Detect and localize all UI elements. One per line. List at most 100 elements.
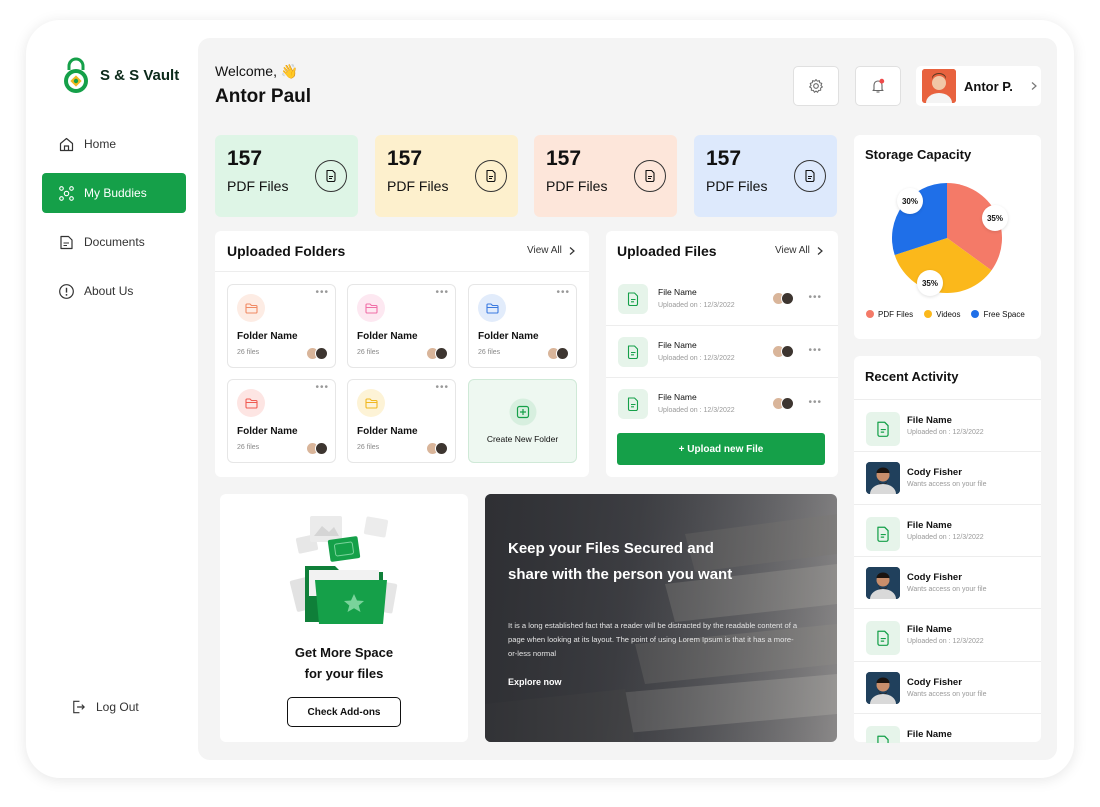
activity-subtitle: Uploaded on : 12/3/2022 (907, 638, 984, 646)
folder-file-count: 26 files (237, 349, 260, 356)
file-icon (877, 421, 889, 437)
avatar (922, 69, 956, 103)
activity-title: File Name (907, 728, 952, 740)
activity-item-file[interactable]: File Name Uploaded on : 12/3/2022 (854, 503, 1041, 556)
stat-file-button[interactable] (794, 160, 826, 192)
activity-subtitle: Wants access on your file (907, 585, 987, 593)
storage-title: Storage Capacity (865, 147, 972, 162)
stat-card[interactable]: 157 PDF Files (375, 135, 518, 217)
sidebar-item-label: About Us (84, 284, 134, 298)
notifications-button[interactable] (855, 66, 901, 106)
activity-item-file[interactable]: File Name Uploaded on : 12/3/2022 (854, 399, 1041, 451)
sidebar-item-label: Documents (84, 235, 145, 249)
file-name: File Name (658, 340, 697, 350)
folder-name: Folder Name (357, 426, 418, 437)
explore-now-link[interactable]: Explore now (508, 677, 562, 687)
avatar (781, 397, 794, 410)
stat-file-button[interactable] (475, 160, 507, 192)
upload-file-button[interactable]: + Upload new File (617, 433, 825, 465)
file-icon (877, 735, 889, 743)
more-options-icon[interactable]: ••• (435, 288, 449, 298)
add-folder-icon (509, 398, 536, 426)
logout-button[interactable]: Log Out (70, 698, 139, 715)
activity-item-access-request[interactable]: Cody Fisher Wants access on your file (854, 555, 1041, 608)
more-options-icon[interactable]: ••• (808, 293, 822, 303)
document-icon (58, 234, 75, 251)
divider (215, 271, 589, 272)
legend-dot (971, 310, 980, 318)
avatar (315, 442, 328, 455)
profile-menu[interactable]: Antor P. (916, 66, 1041, 106)
sidebar-item-home[interactable]: Home (42, 124, 186, 164)
more-options-icon[interactable]: ••• (808, 346, 822, 356)
create-folder-button[interactable]: Create New Folder (468, 379, 577, 463)
file-icon-tile (618, 337, 648, 367)
stat-card[interactable]: 157 PDF Files (215, 135, 358, 217)
promo-title: Get More Space for your files (220, 642, 468, 684)
pdf-file-icon (486, 169, 496, 183)
file-icon (877, 630, 889, 647)
activity-item-access-request[interactable]: Cody Fisher Wants access on your file (854, 660, 1041, 713)
folder-file-count: 26 files (357, 444, 380, 451)
legend-dot (924, 310, 933, 318)
folder-card[interactable]: ••• Folder Name 26 files (227, 379, 336, 463)
storage-legend: PDF Files Videos Free Space (866, 310, 1025, 319)
avatar (866, 462, 900, 495)
stat-card[interactable]: 157 PDF Files (694, 135, 837, 217)
sidebar-item-my-buddies[interactable]: My Buddies (42, 173, 186, 213)
folder-icon (237, 294, 265, 322)
brand-logo[interactable]: S & S Vault (60, 56, 179, 94)
folder-card[interactable]: ••• Folder Name 26 files (468, 284, 577, 368)
vault-lock-icon (64, 57, 88, 93)
shared-users (547, 347, 569, 360)
file-name: File Name (658, 287, 697, 297)
activity-title: Cody Fisher (907, 467, 962, 479)
activity-title: File Name (907, 624, 952, 636)
logout-label: Log Out (96, 699, 139, 714)
more-options-icon[interactable]: ••• (315, 288, 329, 298)
stacked-papers-image (485, 494, 837, 742)
activity-item-access-request[interactable]: Cody Fisher Wants access on your file (854, 451, 1041, 503)
avatar (435, 442, 448, 455)
welcome-text: Welcome, 👋 (215, 63, 299, 79)
activity-item-file[interactable]: File Name (854, 712, 1041, 743)
stat-card[interactable]: 157 PDF Files (534, 135, 677, 217)
more-options-icon[interactable]: ••• (808, 398, 822, 408)
files-view-all-link[interactable]: View All (775, 245, 824, 256)
file-list-item[interactable]: File Name Uploaded on : 12/3/2022 ••• (606, 377, 838, 429)
folder-name: Folder Name (478, 331, 539, 342)
avatar (781, 345, 794, 358)
legend-label: Videos (936, 310, 961, 319)
sidebar-item-about-us[interactable]: About Us (42, 271, 186, 311)
file-list-item[interactable]: File Name Uploaded on : 12/3/2022 ••• (606, 273, 838, 325)
settings-button[interactable] (793, 66, 839, 106)
sidebar-nav: Home My Buddies Documents About Us (42, 124, 186, 320)
legend-item-videos: Videos (924, 310, 960, 319)
buddies-icon (58, 185, 75, 202)
folder-card[interactable]: ••• Folder Name 26 files (347, 379, 456, 463)
sidebar-item-documents[interactable]: Documents (42, 222, 186, 262)
stat-file-button[interactable] (634, 160, 666, 192)
hero-description: It is a long established fact that a rea… (508, 621, 798, 658)
folder-card[interactable]: ••• Folder Name 26 files (347, 284, 456, 368)
folder-icon (357, 389, 385, 417)
recent-activity-title: Recent Activity (865, 369, 959, 384)
stat-file-button[interactable] (315, 160, 347, 192)
uploaded-folders-title: Uploaded Folders (227, 243, 346, 259)
activity-title: Cody Fisher (907, 676, 962, 688)
legend-item-free-space: Free Space (971, 310, 1025, 319)
folder-card[interactable]: ••• Folder Name 26 files (227, 284, 336, 368)
more-options-icon[interactable]: ••• (315, 383, 329, 393)
file-icon-tile (618, 284, 648, 314)
file-list-item[interactable]: File Name Uploaded on : 12/3/2022 ••• (606, 325, 838, 377)
legend-label: PDF Files (878, 310, 914, 319)
folders-view-all-link[interactable]: View All (527, 245, 576, 256)
file-icon (877, 526, 889, 542)
more-options-icon[interactable]: ••• (556, 288, 570, 298)
more-options-icon[interactable]: ••• (435, 383, 449, 393)
activity-subtitle: Wants access on your file (907, 690, 987, 698)
activity-item-file[interactable]: File Name Uploaded on : 12/3/2022 (854, 608, 1041, 660)
pie-label-videos: 35% (917, 270, 943, 296)
activity-subtitle: Uploaded on : 12/3/2022 (907, 429, 984, 436)
check-addons-button[interactable]: Check Add-ons (287, 697, 401, 727)
